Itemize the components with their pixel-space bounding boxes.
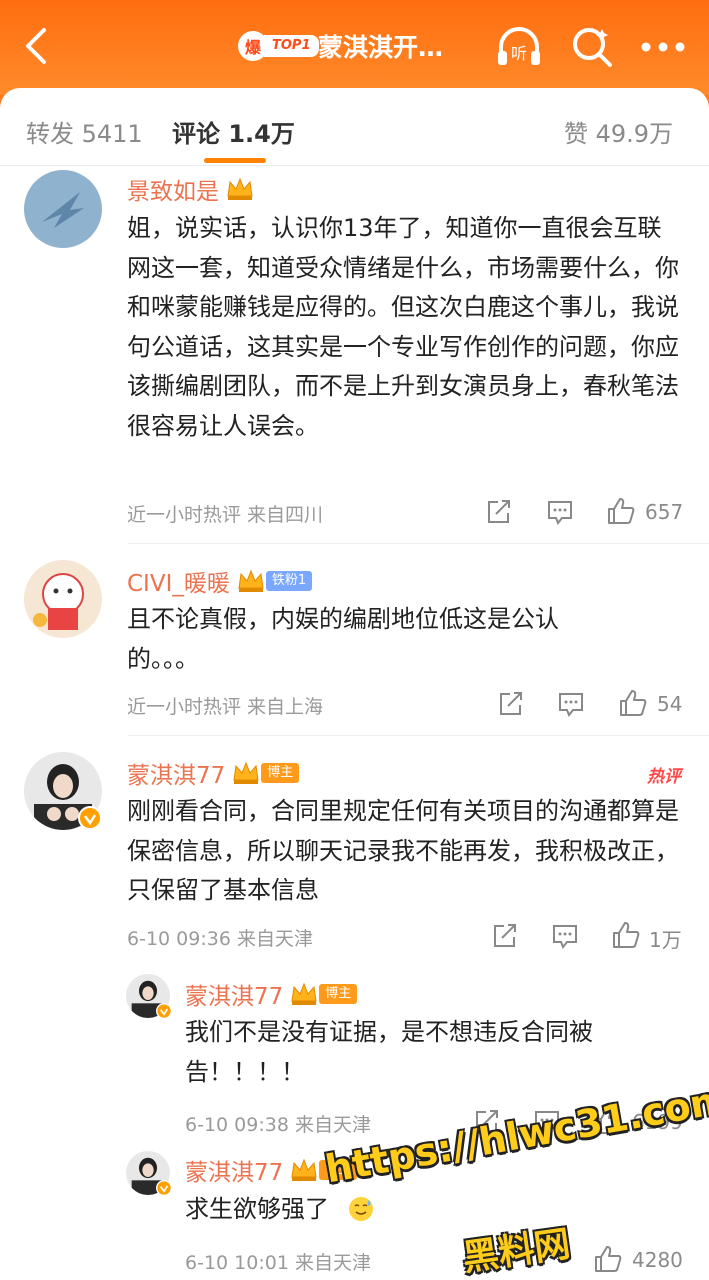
avatar[interactable] (24, 170, 102, 248)
username-label[interactable]: CIVI_暖暖 (127, 564, 230, 598)
like-count: 4280 (632, 1248, 683, 1272)
comment-meta: 近一小时热评 来自四川 (127, 504, 324, 526)
blogger-badge: 博主 (319, 984, 358, 1004)
reply-username[interactable]: 蒙淇淇77 博主 (185, 977, 358, 1011)
reply-icon[interactable] (546, 498, 574, 526)
like-count: 657 (645, 500, 684, 524)
verified-badge-icon (156, 1003, 172, 1019)
comment-text: 且不论真假，内娱的编剧地位低这是公认的。。。 (127, 605, 559, 673)
more-options-icon[interactable] (640, 40, 686, 54)
fan-level-badge: 铁粉1 (265, 571, 313, 591)
tab-likes[interactable]: 赞 49.9万 (564, 114, 673, 149)
username-label[interactable]: 蒙淇淇77 (185, 977, 283, 1011)
like-count: 1万 (649, 928, 682, 952)
back-arrow-icon[interactable] (18, 26, 58, 66)
comment-username[interactable]: 蒙淇淇77 博主 (127, 756, 300, 790)
comment-username[interactable]: CIVI_暖暖 铁粉1 (127, 564, 313, 598)
username-label[interactable]: 蒙淇淇77 (185, 1153, 283, 1187)
reply-text: 我们不是没有证据，是不想违反合同被告！！！！ (185, 1018, 593, 1086)
tab-repost[interactable]: 转发 5411 (26, 114, 143, 149)
crown-icon (291, 1158, 317, 1181)
share-icon[interactable] (484, 498, 512, 526)
reply-meta: 6-10 10:01 来自天津 (185, 1252, 371, 1274)
verified-badge-icon (78, 806, 102, 830)
like-icon[interactable] (618, 688, 648, 718)
crown-icon (291, 982, 317, 1005)
username-label[interactable]: 蒙淇淇77 (127, 756, 225, 790)
like-icon[interactable] (593, 1244, 623, 1274)
tab-active-indicator (204, 158, 266, 163)
comment-text: 刚刚看合同，合同里规定任何有关项目的沟通都算是保密信息，所以聊天记录我不能再发，… (127, 797, 679, 904)
hot-comment-label: 热评 (647, 767, 681, 787)
hot-rank-badge: 爆 TOP1 (238, 30, 319, 62)
tab-comments[interactable]: 评论 1.4万 (172, 114, 295, 149)
reply-icon[interactable] (551, 922, 579, 950)
like-count: 54 (657, 692, 683, 716)
avatar[interactable] (24, 560, 102, 638)
share-icon[interactable] (490, 922, 518, 950)
like-icon[interactable] (611, 920, 641, 950)
comment-meta: 6-10 09:36 来自天津 (127, 928, 313, 950)
crown-icon (233, 761, 259, 784)
tab-bar: 转发 5411 评论 1.4万 赞 49.9万 (0, 88, 709, 166)
reply-meta: 6-10 09:38 来自天津 (185, 1114, 371, 1136)
blogger-badge: 博主 (261, 763, 300, 783)
divider (128, 543, 709, 544)
page-title: 蒙淇淇开… (318, 33, 444, 62)
search-icon[interactable] (570, 25, 614, 69)
crown-icon (238, 569, 264, 592)
top-bar: 爆 TOP1 蒙淇淇开… 听 (0, 0, 709, 95)
sweat-emoji-icon (349, 1197, 373, 1221)
comment-username[interactable]: 景致如是 (127, 172, 255, 206)
like-icon[interactable] (606, 496, 636, 526)
crown-icon (227, 177, 253, 200)
headphones-listen-icon[interactable]: 听 (495, 25, 543, 69)
svg-text:听: 听 (511, 44, 527, 63)
divider (128, 735, 709, 736)
verified-badge-icon (156, 1180, 172, 1196)
username-label[interactable]: 景致如是 (127, 172, 219, 206)
hot-rank-label: TOP1 (264, 35, 319, 57)
share-icon[interactable] (496, 690, 524, 718)
reply-icon[interactable] (557, 690, 585, 718)
comment-meta: 近一小时热评 来自上海 (127, 696, 324, 718)
comment-text: 姐，说实话，认识你13年了，知道你一直很会互联网这一套，知道受众情绪是什么，市场… (127, 214, 679, 440)
